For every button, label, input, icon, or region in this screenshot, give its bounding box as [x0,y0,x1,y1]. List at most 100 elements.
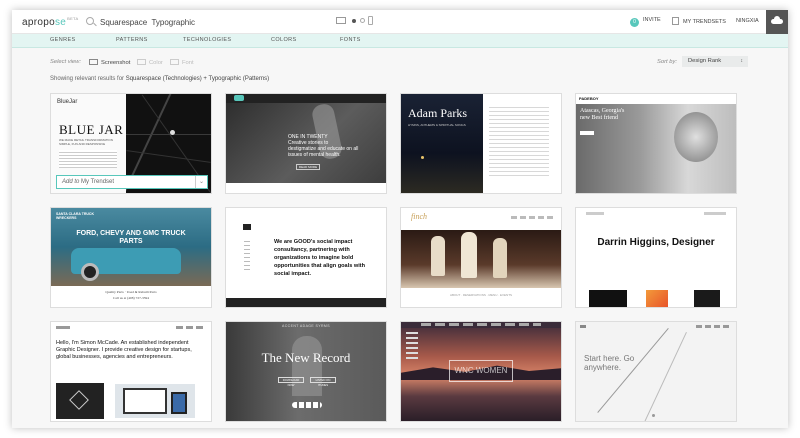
my-trendsets-label: MY TRENDSETS [683,19,726,25]
side-menu [244,238,250,273]
results-summary: Showing relevant results for Squarespace… [50,76,269,82]
site-logo [56,326,70,329]
itunes-button: LISTEN ON ITUNES [310,377,336,387]
search-icon [86,17,94,25]
results-prefix: Showing relevant results for [50,76,126,82]
logo-text-b: se [54,17,67,28]
card-title: The New Record [261,350,351,365]
site-card[interactable]: PADEBOY Atascas, Georgia's new Best frie… [575,93,737,194]
view-font[interactable]: Font [170,59,194,66]
nav-patterns[interactable]: PATTERNS [116,37,148,43]
site-logo [580,325,586,328]
cloud-icon [771,16,783,24]
social-icons [292,402,322,408]
sort-select[interactable]: Design Rank ↕ [682,56,748,67]
search-box[interactable] [86,14,326,30]
project-thumb [56,383,104,419]
my-trendsets-button[interactable]: MY TRENDSETS [672,17,726,25]
site-card[interactable]: finch ABOUT · RESERVATIONS · MENU · EVEN… [400,207,562,308]
card-footer: Call us at (408) 727-3594 [113,296,149,300]
view-screenshot[interactable]: Screenshot [89,59,130,66]
hero-line: issues of mental health. [288,152,341,158]
site-card[interactable]: We are GOOD's social impact consultancy,… [225,207,387,308]
category-nav: GENRES PATTERNS TECHNOLOGIES COLORS FONT… [12,34,788,48]
app-window: aproposeBETA 0 INVITE MY TRENDSETS NINGXI… [12,10,788,428]
dessert-image [401,230,561,288]
site-card[interactable]: Darrin Higgins, Designer [575,207,737,308]
site-card[interactable]: BlueJar BLUE JAR WE MAKE RETAIL TRANSFOR… [50,93,212,194]
select-view-label: Select view: [50,59,81,65]
nav-genres[interactable]: GENRES [50,37,76,43]
project-thumb [646,290,668,307]
card-title: WNC WOMEN [454,366,508,375]
nav-colors[interactable]: COLORS [271,37,297,43]
card-title: Atascas, Georgia's new Best friend [580,108,625,121]
phone-icon[interactable] [368,16,373,25]
scroll-dot [652,414,655,417]
card-thumbnail: Start here. Go anywhere. [576,322,736,421]
site-menu [421,323,541,326]
invite-button[interactable]: 0 INVITE [630,17,661,27]
view-color[interactable]: Color [137,59,163,66]
font-icon [170,59,179,65]
subtitle-line: SIMPLE, FUN AND RESPONSIVE [59,142,106,146]
card-title: Adam Parks [408,106,467,120]
site-card[interactable]: ACCENT ADAGE SYRMS The New Record DOWNLO… [225,321,387,422]
card-thumbnail: Darrin Higgins, Designer [576,208,736,307]
add-to-trendset[interactable]: Add to My Trendset ⌄ [56,175,208,189]
user-menu[interactable]: NINGXIA [736,18,759,24]
line-art [643,332,687,421]
card-thumbnail: ONE IN TWENTY Creative stories to destig… [226,94,386,193]
card-thumbnail: We are GOOD's social impact consultancy,… [226,208,386,307]
screenshot-icon [89,59,98,65]
chevron-down-icon[interactable]: ⌄ [195,176,207,188]
download-button: DOWNLOAD NOW [278,377,304,387]
site-card[interactable]: SANTA CLARA TRUCK WRECKERS FORD, CHEVY A… [50,207,212,308]
card-title: BLUE JAR [59,122,124,137]
dessert-cone [493,238,507,278]
site-card[interactable]: ONE IN TWENTY Creative stories to destig… [225,93,387,194]
top-bar: aproposeBETA 0 INVITE MY TRENDSETS NINGXI… [12,10,788,34]
site-menu [511,216,553,219]
site-logo [234,95,244,101]
dessert-cone [431,236,445,276]
sort-value: Design Rank [688,58,722,64]
cta-button [580,131,594,135]
site-card[interactable]: Adam Parks HYMNS, ANTHEMS & SPIRITUAL SO… [400,93,562,194]
nav-fonts[interactable]: FONTS [340,37,361,43]
card-brand: ACCENT ADAGE SYRMS [282,324,330,328]
sort-label: Sort by: [657,59,677,65]
face-shape [674,112,718,162]
view-color-label: Color [149,60,163,66]
body-text [59,150,117,168]
project-thumb [589,290,627,307]
read-more-button: READ MORE [296,164,320,170]
search-input[interactable] [100,14,320,30]
card-thumbnail: PADEBOY Atascas, Georgia's new Best frie… [576,94,736,193]
tablet-icon[interactable] [360,18,365,23]
color-icon [137,59,146,65]
card-thumbnail: WNC WOMEN [401,322,561,421]
card-thumbnail: SANTA CLARA TRUCK WRECKERS FORD, CHEVY A… [51,208,211,307]
desktop-icon[interactable] [336,17,346,24]
card-title: Hello, I'm Simon McCade. An established … [56,340,192,360]
beta-badge: BETA [67,16,79,21]
card-thumbnail: finch ABOUT · RESERVATIONS · MENU · EVEN… [401,208,561,307]
card-thumbnail: ACCENT ADAGE SYRMS The New Record DOWNLO… [226,322,386,421]
side-menu [406,332,418,362]
card-title: Darrin Higgins, Designer [597,237,715,248]
trendset-target: My Trendset [81,179,115,185]
cloud-button[interactable] [766,10,788,34]
project-thumb [694,290,720,307]
logo[interactable]: aproposeBETA [22,16,78,28]
site-card[interactable]: Start here. Go anywhere. [575,321,737,422]
site-menu [696,325,730,328]
nav-technologies[interactable]: TECHNOLOGIES [183,37,232,43]
selected-dot-icon[interactable] [352,19,356,23]
site-card[interactable]: Hello, I'm Simon McCade. An established … [50,321,212,422]
site-card[interactable]: WNC WOMEN [400,321,562,422]
logo-text-a: apropo [22,17,55,28]
card-brand: finch [411,212,427,221]
light-dot [421,156,424,159]
trendset-icon [672,17,679,25]
